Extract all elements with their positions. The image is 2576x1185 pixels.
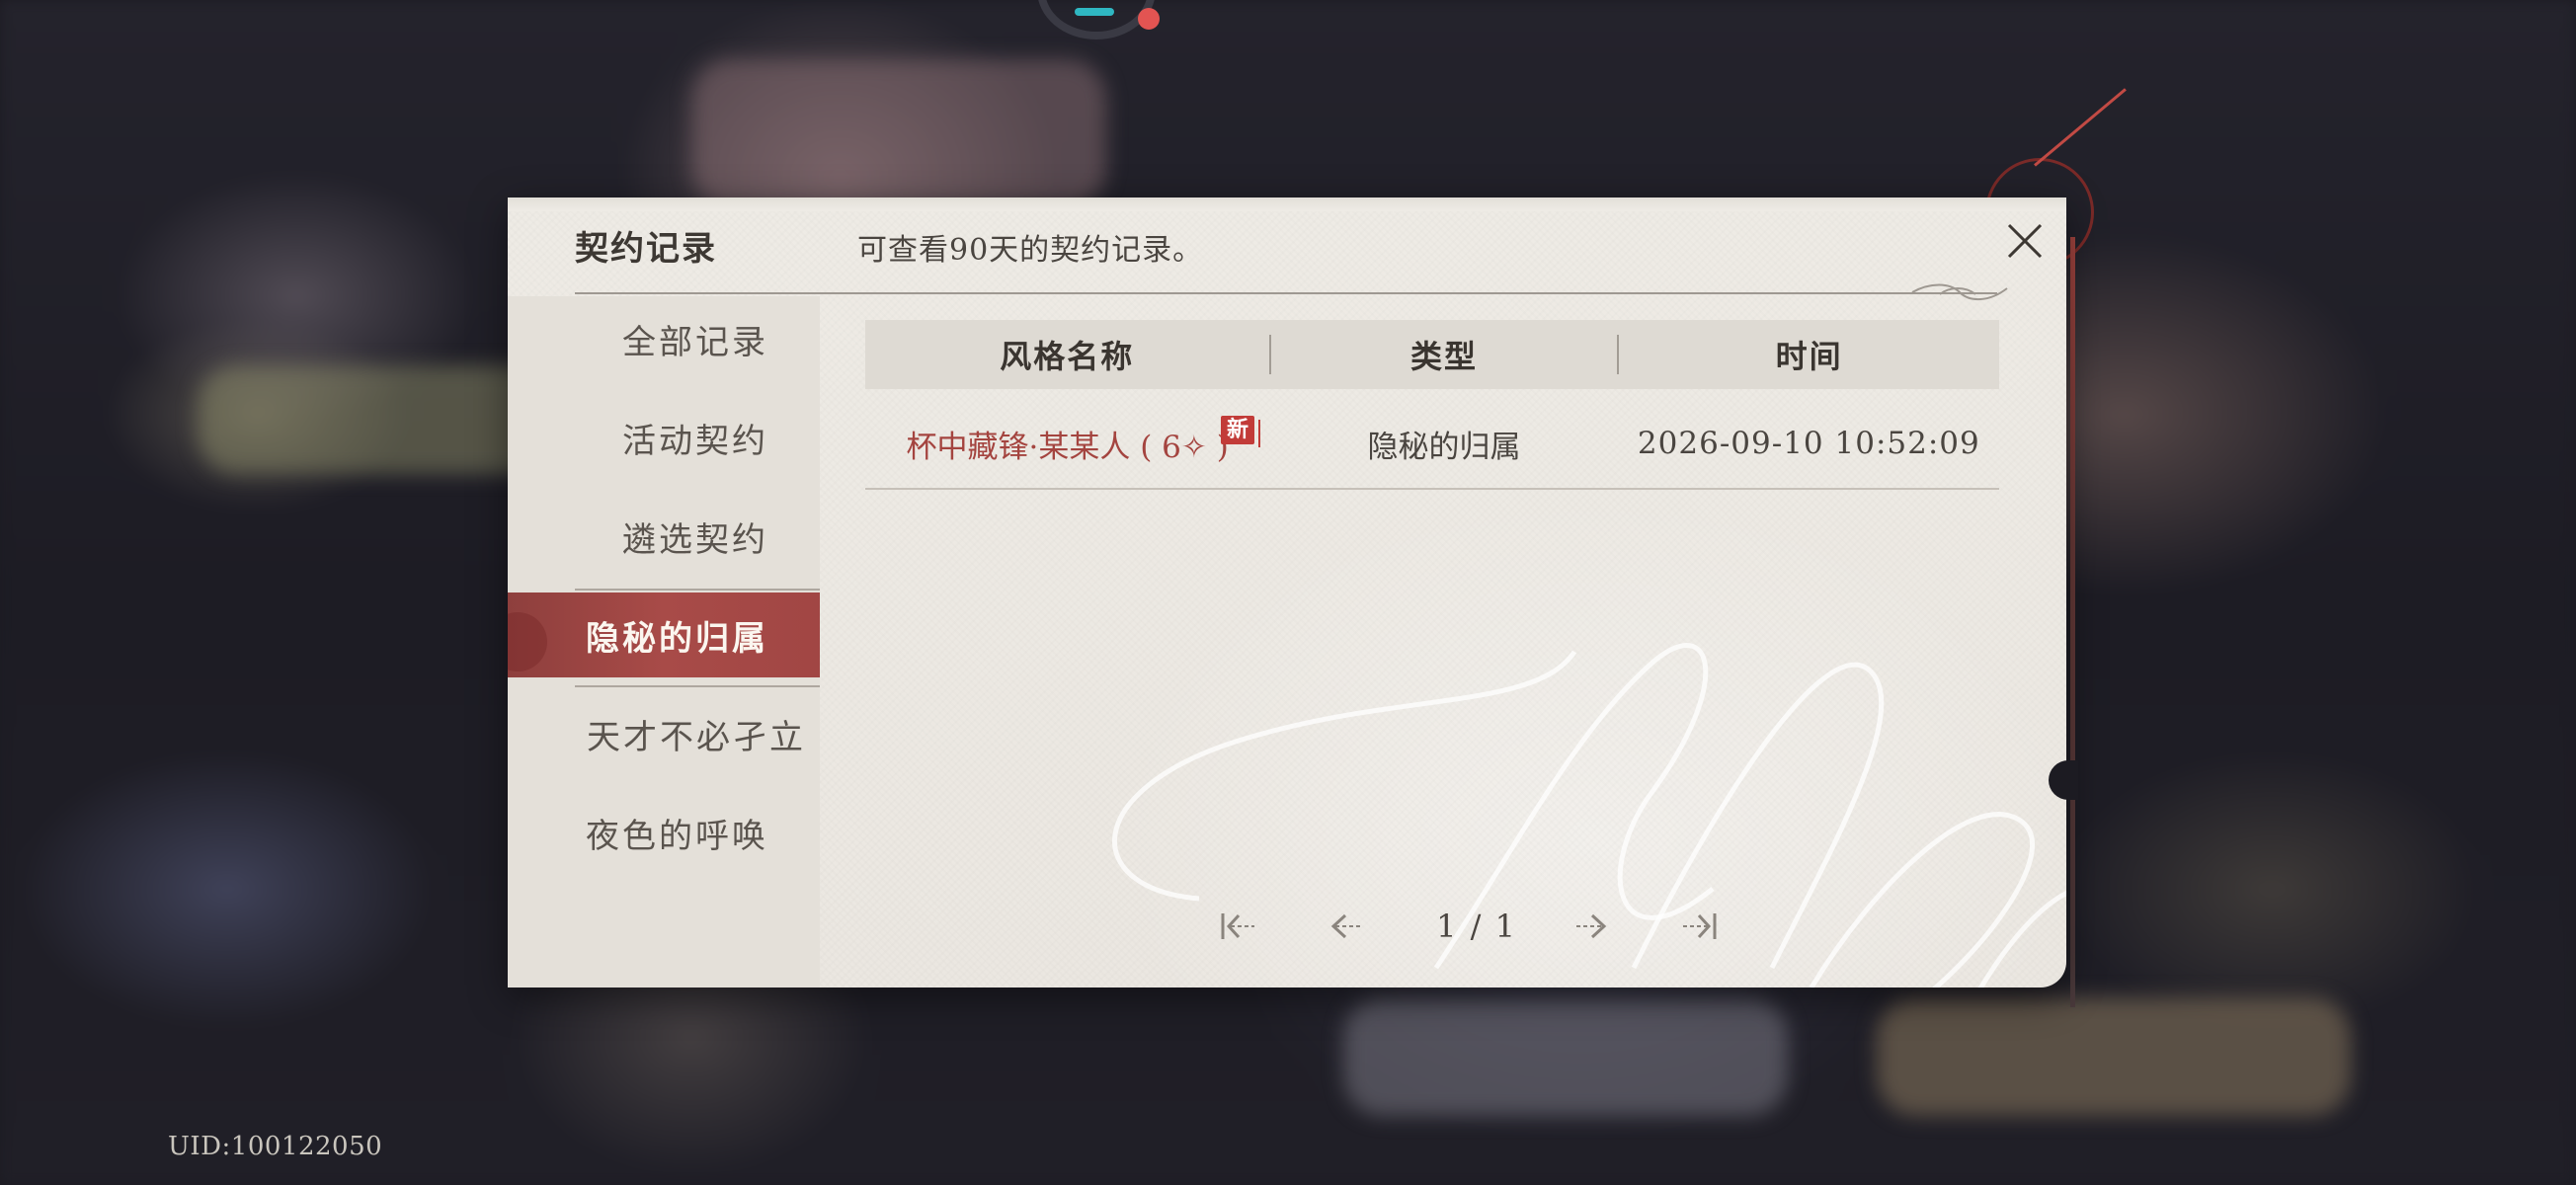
loading-ring-accent — [1075, 8, 1114, 16]
row-type-cell: 隐秘的归属 — [1367, 429, 1521, 465]
sidebar-item-selection-contract[interactable]: 遴选契约 — [508, 494, 820, 579]
close-icon — [2007, 223, 2043, 259]
sidebar-item-label: 隐秘的归属 — [586, 618, 768, 659]
background-banner-blur — [691, 59, 1106, 207]
dialog-subtitle: 可查看90天的契约记录。 — [857, 233, 1204, 268]
first-page-icon — [1221, 913, 1254, 939]
background-button-blur — [1877, 997, 2351, 1116]
flourish-ornament — [1911, 283, 2008, 300]
prev-page-button[interactable] — [1318, 897, 1377, 956]
page-indicator: 1 / 1 — [1436, 908, 1517, 945]
sidebar-item-label: 天才不必孑立 — [587, 717, 806, 757]
dialog-top-strip — [508, 198, 2066, 211]
first-page-button[interactable] — [1209, 897, 1268, 956]
last-page-button[interactable] — [1669, 897, 1729, 956]
sidebar-item-call-of-night[interactable]: 夜色的呼唤 — [508, 790, 820, 875]
last-page-icon — [1683, 913, 1717, 939]
column-header-time: 时间 — [1775, 338, 1843, 375]
sidebar-item-label: 活动契约 — [622, 421, 768, 461]
table-header: 风格名称 类型 时间 — [865, 320, 1999, 389]
close-button[interactable] — [1999, 215, 2051, 267]
next-page-icon — [1576, 913, 1607, 939]
row-time-cell: 2026-09-10 10:52:09 — [1637, 426, 1980, 461]
column-header-style-name: 风格名称 — [1000, 338, 1135, 375]
sidebar-item-label: 夜色的呼唤 — [586, 816, 768, 856]
header-divider — [575, 292, 1997, 294]
pagination: 1 / 1 — [1209, 897, 1802, 956]
table-row: 杯中藏锋·某某人 ( 6✧ ) 新 隐秘的归属 2026-09-10 10:52… — [865, 399, 1999, 490]
sidebar-item-label: 全部记录 — [622, 322, 768, 362]
sidebar-item-hidden-belonging[interactable]: 隐秘的归属 — [508, 592, 820, 677]
contract-record-dialog: 契约记录 可查看90天的契约记录。 全部记录 活动契约 遴选契约 隐秘的归属 天… — [508, 198, 2066, 988]
column-header-type: 类型 — [1409, 338, 1478, 375]
dialog-title: 契约记录 — [575, 229, 717, 269]
new-badge: 新 — [1221, 415, 1261, 447]
decorative-vertical-line — [2070, 237, 2075, 1007]
next-page-button[interactable] — [1561, 897, 1620, 956]
sidebar-item-event-contract[interactable]: 活动契约 — [508, 395, 820, 480]
sidebar-item-genius-not-alone[interactable]: 天才不必孑立 — [508, 691, 820, 776]
style-name-text: 杯中藏锋·某某人 ( 6✧ ) — [906, 429, 1229, 465]
sidebar-item-label: 遴选契约 — [622, 519, 768, 560]
row-style-name-cell: 杯中藏锋·某某人 ( 6✧ ) 新 — [865, 415, 1269, 466]
sidebar-divider — [575, 685, 820, 687]
user-id-label: UID:100122050 — [168, 1132, 383, 1161]
prev-page-icon — [1330, 913, 1361, 939]
sidebar-divider — [575, 589, 820, 591]
notification-dot-icon — [1138, 8, 1160, 30]
background-button-blur — [1343, 997, 1788, 1116]
category-sidebar: 全部记录 活动契约 遴选契约 隐秘的归属 天才不必孑立 夜色的呼唤 — [508, 296, 820, 988]
sidebar-item-all-records[interactable]: 全部记录 — [508, 296, 820, 381]
